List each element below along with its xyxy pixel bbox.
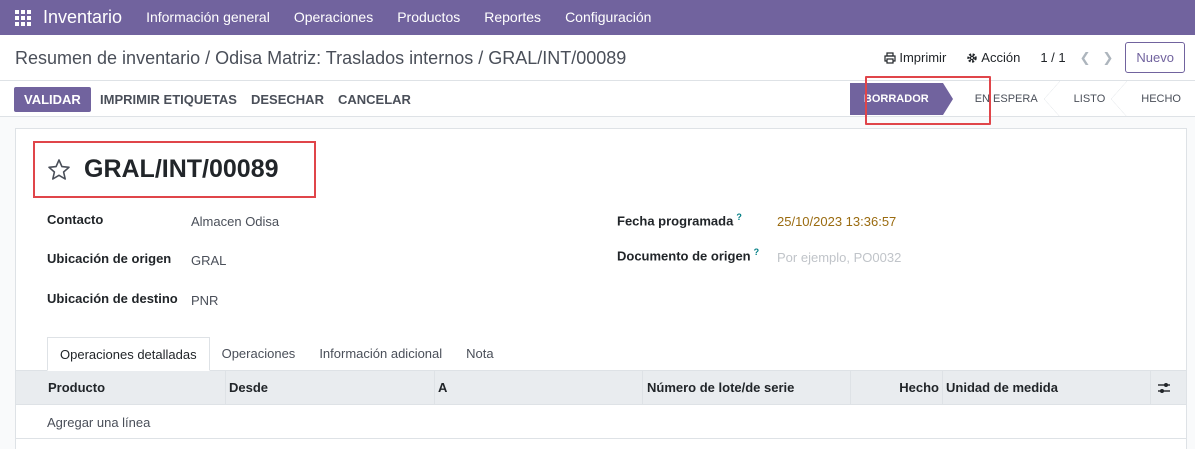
print-button[interactable]: Imprimir (884, 50, 946, 65)
help-icon[interactable]: ? (754, 247, 760, 257)
notebook-tabs: Operaciones detalladas Operaciones Infor… (47, 337, 506, 371)
status-highlight-box (865, 76, 991, 125)
action-bar: VALIDAR IMPRIMIR ETIQUETAS DESECHAR CANC… (0, 81, 1195, 117)
stage-listo[interactable]: LISTO (1052, 81, 1127, 117)
destination-location-field[interactable]: PNR (191, 293, 218, 308)
apps-grid-icon[interactable] (15, 9, 31, 26)
control-panel: Resumen de inventario / Odisa Matriz: Tr… (0, 35, 1195, 81)
column-a[interactable]: A (435, 371, 643, 405)
source-location-field[interactable]: GRAL (191, 253, 226, 268)
app-brand[interactable]: Inventario (43, 7, 122, 28)
toolbar-right: Imprimir Acción 1 / 1 ❮ ❯ Nuevo (884, 42, 1185, 73)
tab-operaciones-detalladas[interactable]: Operaciones detalladas (47, 337, 210, 371)
print-label: Imprimir (899, 50, 947, 65)
scrap-button[interactable]: DESECHAR (251, 87, 324, 112)
column-producto[interactable]: Producto (16, 371, 226, 405)
pager-value[interactable]: 1 / 1 (1040, 50, 1065, 65)
new-button[interactable]: Nuevo (1125, 42, 1185, 73)
menu-productos[interactable]: Productos (385, 0, 472, 35)
record-title: GRAL/INT/00089 (84, 155, 279, 183)
breadcrumb[interactable]: Resumen de inventario / Odisa Matriz: Tr… (15, 48, 626, 69)
scheduled-date-label: Fecha programada? (617, 212, 742, 228)
column-hecho[interactable]: Hecho (851, 371, 943, 405)
tab-nota[interactable]: Nota (454, 337, 505, 371)
star-icon[interactable] (47, 158, 71, 182)
menu-reportes[interactable]: Reportes (472, 0, 553, 35)
help-icon[interactable]: ? (736, 212, 742, 222)
contact-field[interactable]: Almacen Odisa (191, 214, 279, 229)
scheduled-date-label-text: Fecha programada (617, 213, 734, 229)
contact-label: Contacto (47, 212, 104, 227)
column-unidad-medida[interactable]: Unidad de medida (943, 371, 1151, 405)
scheduled-date-field[interactable]: 25/10/2023 13:36:57 (777, 214, 896, 229)
chevron-left-icon[interactable]: ❮ (1080, 50, 1091, 66)
cancel-button[interactable]: CANCELAR (338, 87, 411, 112)
source-location-label: Ubicación de origen (47, 251, 172, 266)
menu-operaciones[interactable]: Operaciones (282, 0, 385, 35)
stage-hecho[interactable]: HECHO (1119, 81, 1195, 117)
printer-icon (884, 51, 896, 64)
validate-button[interactable]: VALIDAR (14, 87, 91, 112)
action-button[interactable]: Acción (966, 50, 1020, 65)
origin-document-label-text: Documento de origen (617, 248, 751, 264)
menu-informacion-general[interactable]: Información general (134, 0, 282, 35)
table-header: Producto Desde A Número de lote/de serie… (16, 371, 1186, 405)
print-labels-button[interactable]: IMPRIMIR ETIQUETAS (100, 87, 237, 112)
optional-columns-icon[interactable] (1157, 382, 1171, 394)
origin-document-label: Documento de origen? (617, 247, 759, 263)
gear-icon (967, 52, 977, 63)
destination-location-label: Ubicación de destino (47, 291, 178, 306)
table-row-divider (16, 438, 1186, 439)
origin-document-input[interactable]: Por ejemplo, PO0032 (777, 250, 901, 265)
add-line-link[interactable]: Agregar una línea (47, 415, 150, 430)
tab-informacion-adicional[interactable]: Información adicional (307, 337, 454, 371)
action-label: Acción (981, 50, 1021, 65)
top-navbar: Inventario Información general Operacion… (0, 0, 1195, 35)
column-desde[interactable]: Desde (226, 371, 435, 405)
tab-operaciones[interactable]: Operaciones (210, 337, 308, 371)
chevron-right-icon[interactable]: ❯ (1103, 50, 1114, 66)
column-lote-serie[interactable]: Número de lote/de serie (643, 371, 851, 405)
menu-configuracion[interactable]: Configuración (553, 0, 663, 35)
